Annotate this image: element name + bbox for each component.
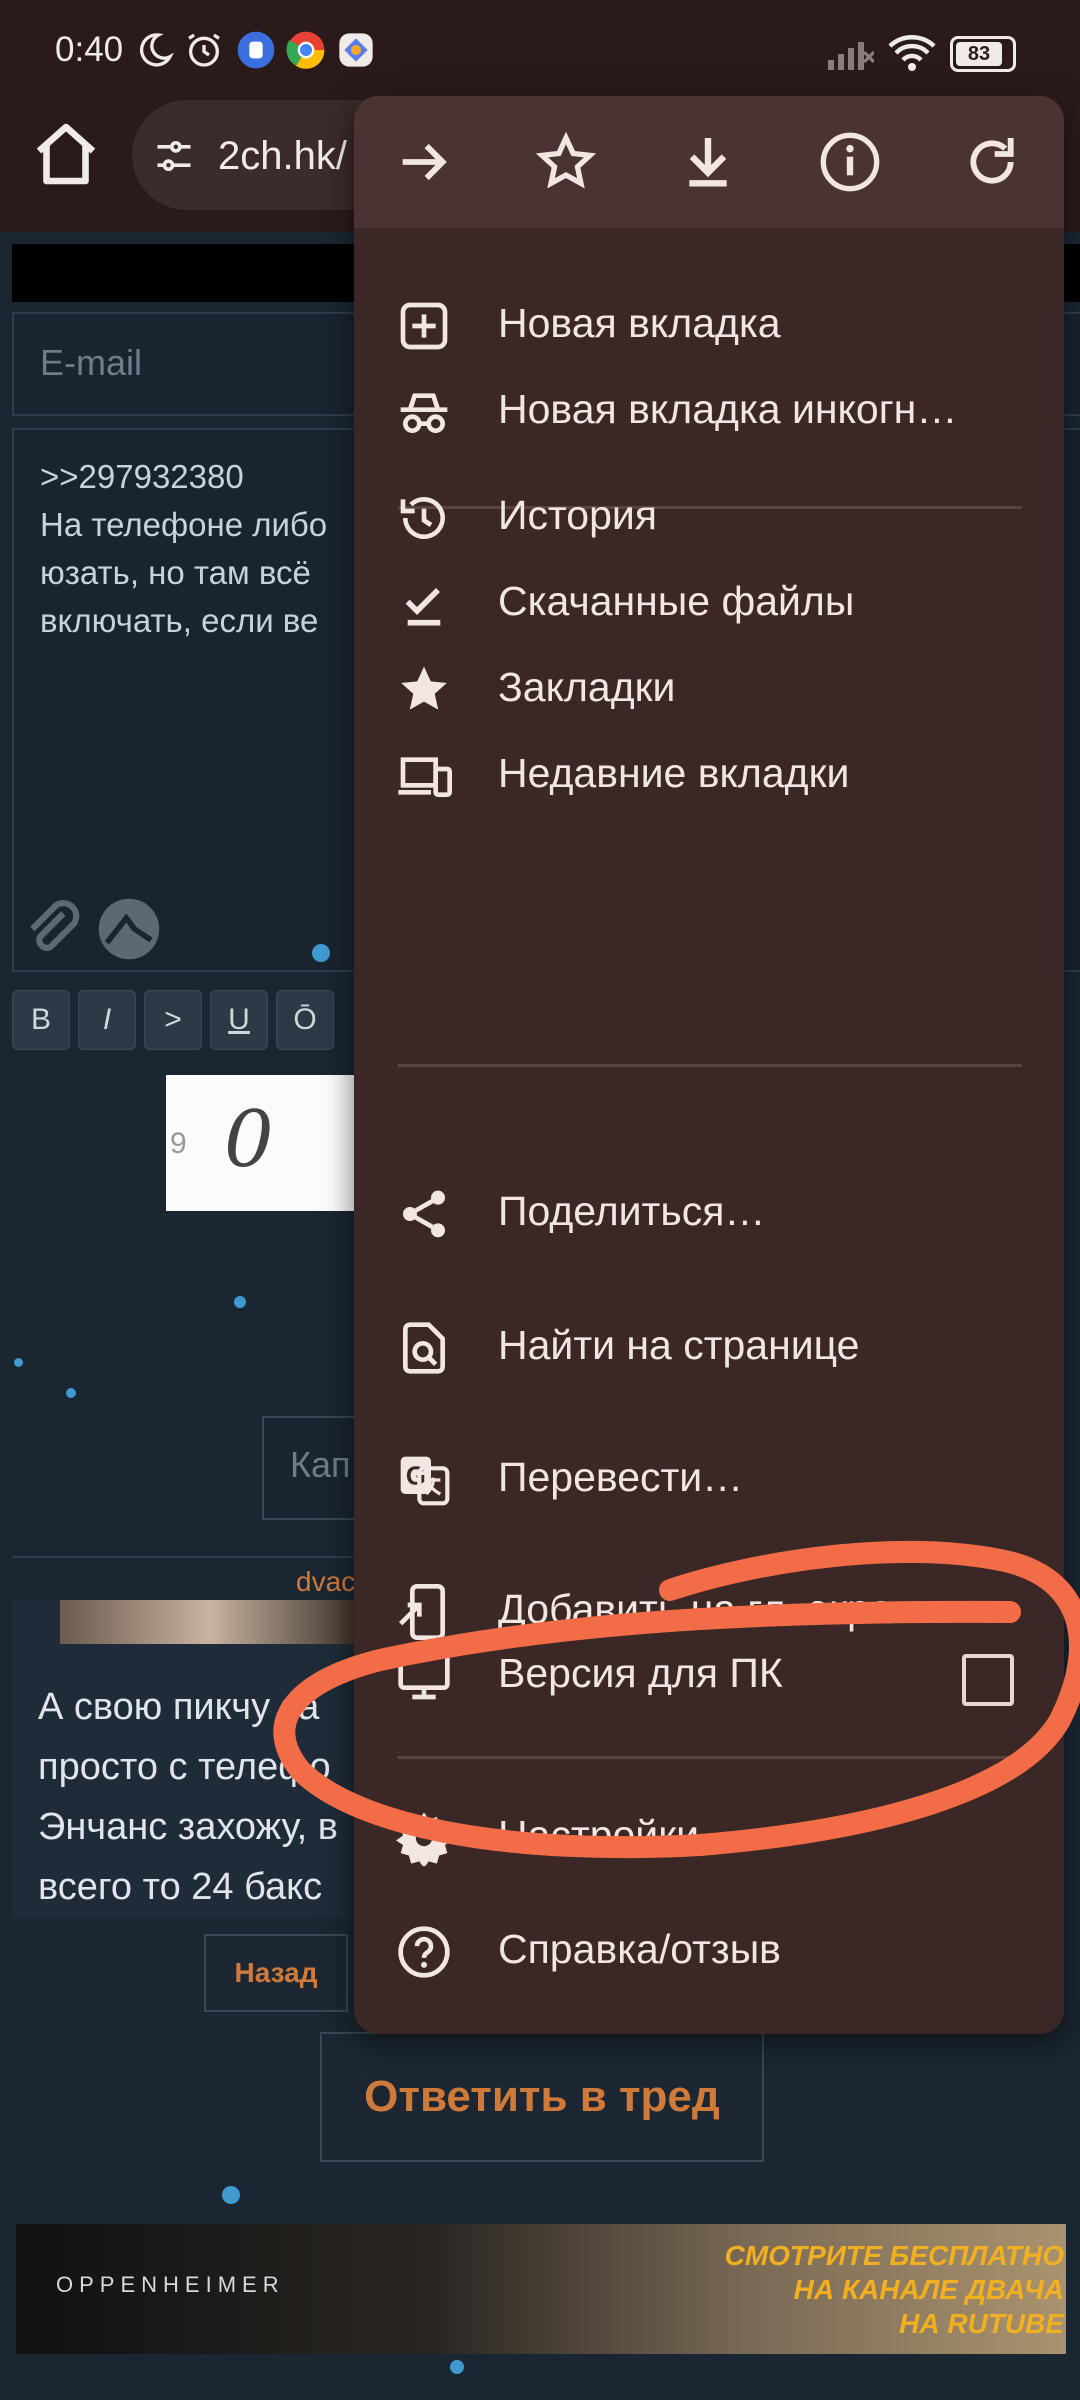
app-icon (237, 31, 275, 69)
download-icon[interactable] (676, 130, 740, 194)
translate-icon: G (400, 1456, 450, 1506)
post-image-thumbnail[interactable] (60, 1600, 360, 1644)
email-placeholder: E-mail (40, 342, 143, 383)
battery-icon: 83 (950, 36, 1016, 72)
message-line: >>297932380 (40, 458, 244, 495)
menu-item-share[interactable]: Поделиться… (354, 1148, 1064, 1280)
underline-button[interactable]: U (210, 990, 268, 1050)
chrome-icon (286, 31, 325, 69)
moon-icon (139, 33, 174, 67)
message-line: включать, если ве (40, 602, 319, 639)
desktop-icon (398, 1652, 450, 1700)
banner-text-line: НА КАНАЛЕ ДВАЧА (793, 2274, 1064, 2305)
info-icon[interactable] (818, 130, 882, 194)
quote-button[interactable]: > (144, 990, 202, 1050)
menu-divider (398, 1756, 1022, 1759)
post-text-line: А свою пикчу за (38, 1686, 320, 1728)
menu-item-label: История (498, 492, 657, 538)
status-time: 0:40 (55, 30, 124, 69)
menu-item-label: Скачанные файлы (498, 578, 855, 624)
message-line: юзать, но там всё (40, 554, 311, 591)
post-text-line: Энчанс захожу, в (38, 1806, 338, 1848)
drawing-icon[interactable] (96, 896, 162, 962)
menu-item-desktop-version[interactable]: Версия для ПК (354, 1610, 1064, 1742)
form-divider (12, 1556, 392, 1558)
captcha-prefix: 9 (170, 1127, 187, 1160)
menu-item-label: Перевести… (498, 1454, 744, 1500)
banner-text-line: СМОТРИТЕ БЕСПЛАТНО (724, 2240, 1064, 2271)
menu-item-label: Недавние вкладки (498, 750, 850, 796)
captcha-image: 9 0 (166, 1075, 356, 1211)
decor-dot (14, 1358, 23, 1367)
settings-icon (396, 1812, 452, 1866)
reply-to-thread-button[interactable]: Ответить в тред (320, 2032, 764, 2162)
menu-item-label: Новая вкладка инкогн… (498, 386, 958, 432)
menu-item-find-in-page[interactable]: Найти на странице (354, 1282, 1064, 1414)
tune-icon[interactable] (152, 134, 196, 178)
signal-icon (828, 42, 874, 70)
menu-item-label: Справка/отзыв (498, 1926, 781, 1972)
browser-overflow-menu: Новая вкладка Новая вкладка инкогн… Исто… (354, 96, 1064, 2034)
message-line: На телефоне либо (40, 506, 328, 543)
decor-dot (234, 1296, 246, 1308)
menu-item-label: Настройки (498, 1812, 700, 1858)
menu-item-translate[interactable]: G Перевести… (354, 1414, 1064, 1546)
back-button[interactable]: Назад (204, 1934, 348, 2012)
wifi-icon (888, 35, 936, 71)
bold-button[interactable]: B (12, 990, 70, 1050)
recent-tabs-icon (398, 757, 452, 797)
alarm-icon (188, 33, 220, 67)
decor-dot (222, 2186, 240, 2204)
incognito-icon (400, 393, 448, 433)
captcha-digit: 0 (224, 1095, 274, 1185)
gallery-icon (339, 33, 373, 67)
battery-level: 83 (956, 42, 1002, 66)
share-icon (403, 1190, 445, 1238)
attach-icon[interactable] (22, 898, 84, 960)
forward-icon[interactable] (392, 130, 456, 194)
banner-brand: OPPENHEIMER (56, 2272, 285, 2297)
menu-item-label: Поделиться… (498, 1188, 766, 1234)
desktop-version-checkbox[interactable] (962, 1654, 1014, 1706)
decor-dot (312, 944, 330, 962)
help-icon (398, 1926, 450, 1978)
bookmark-star-icon[interactable] (534, 130, 598, 194)
banner-text-line: НА RUTUBE (899, 2308, 1064, 2339)
menu-item-label: Закладки (498, 664, 676, 710)
decor-dot (450, 2360, 464, 2374)
post-text-line: всего то 24 бакс (38, 1866, 323, 1908)
menu-item-settings[interactable]: Настройки (354, 1772, 1064, 1904)
italic-button[interactable]: I (78, 990, 136, 1050)
post-text-line: просто с телефо (38, 1746, 331, 1788)
menu-item-help[interactable]: Справка/отзыв (354, 1886, 1064, 2018)
menu-item-label: Найти на странице (498, 1322, 860, 1368)
menu-item-label: Новая вкладка (498, 300, 781, 346)
url-text[interactable]: 2ch.hk/ (218, 134, 347, 179)
decor-dot (66, 1388, 76, 1398)
captcha-placeholder: Кап (290, 1444, 351, 1485)
reload-icon[interactable] (960, 130, 1024, 194)
menu-divider (398, 1064, 1022, 1067)
home-icon[interactable] (30, 118, 102, 190)
dvach-link[interactable]: dvac (296, 1566, 355, 1598)
find-in-page-icon (403, 1322, 445, 1374)
overline-button[interactable]: Ō (276, 990, 334, 1050)
menu-item-recent-tabs[interactable]: Недавние вкладки (354, 710, 1064, 842)
menu-item-label: Версия для ПК (498, 1650, 783, 1696)
